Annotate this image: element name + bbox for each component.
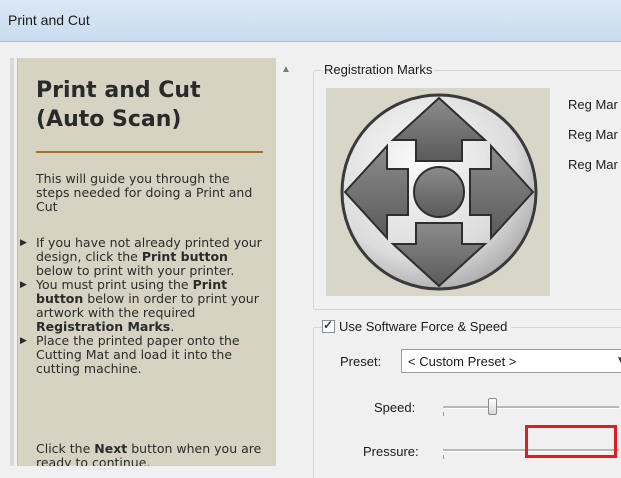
outro-text: Click the bbox=[36, 441, 95, 456]
step-bold: Registration Marks bbox=[36, 319, 171, 334]
registration-legend: Registration Marks bbox=[322, 62, 435, 77]
preset-select[interactable]: < Custom Preset > ▼ bbox=[401, 349, 621, 373]
step-text: Place the printed paper onto the Cutting… bbox=[36, 333, 240, 376]
step-bold: Print button bbox=[141, 249, 228, 264]
check-icon: ✓ bbox=[323, 318, 334, 332]
outro-bold: Next bbox=[94, 441, 128, 456]
guide-steps: ▶ If you have not already printed your de… bbox=[20, 236, 268, 376]
guide-outro: Click the Next button when you are ready… bbox=[36, 441, 266, 467]
bullet-icon: ▶ bbox=[20, 280, 27, 290]
frame-edge bbox=[10, 58, 14, 466]
preset-label: Preset: bbox=[340, 354, 382, 369]
guide-divider bbox=[36, 151, 263, 153]
chevron-down-icon[interactable]: ▼ bbox=[616, 355, 621, 366]
step-text: . bbox=[170, 319, 175, 334]
guide-heading: Print and Cut (Auto Scan) bbox=[36, 78, 201, 132]
reg-mark-label: Reg Mar bbox=[568, 157, 618, 172]
direction-pad-icon bbox=[340, 93, 538, 291]
slider-tick bbox=[443, 455, 444, 459]
speed-slider-track[interactable] bbox=[443, 406, 619, 409]
software-force-checkbox-row[interactable]: ✓ Use Software Force & Speed bbox=[322, 318, 512, 334]
speed-label: Speed: bbox=[374, 400, 416, 415]
step-text: You must print using the bbox=[36, 277, 193, 292]
scroll-up-icon[interactable]: ▲ bbox=[281, 64, 291, 75]
guide-panel: Print and Cut (Auto Scan) This will guid… bbox=[17, 58, 276, 466]
software-force-checkbox[interactable]: ✓ bbox=[322, 318, 335, 333]
guide-scrollbar[interactable]: ▲ bbox=[277, 58, 294, 466]
guide-step: ▶ If you have not already printed your de… bbox=[20, 236, 268, 278]
step-text: below to print with your printer. bbox=[36, 263, 235, 278]
bullet-icon: ▶ bbox=[20, 336, 27, 346]
pressure-label: Pressure: bbox=[363, 444, 419, 459]
reg-mark-label: Reg Mar bbox=[568, 97, 618, 112]
title-bar: Print and Cut bbox=[0, 0, 621, 42]
preset-value: < Custom Preset > bbox=[408, 354, 517, 369]
software-force-label[interactable]: Use Software Force & Speed bbox=[339, 319, 507, 334]
window-title: Print and Cut bbox=[8, 12, 90, 28]
guide-step: ▶ You must print using the Print button b… bbox=[20, 277, 268, 334]
guide-intro: This will guide you through the steps ne… bbox=[36, 171, 253, 214]
reg-mark-label: Reg Mar bbox=[568, 127, 618, 142]
highlight-box bbox=[525, 425, 617, 458]
bullet-icon: ▶ bbox=[20, 238, 27, 248]
slider-tick bbox=[443, 412, 444, 416]
registration-image bbox=[326, 88, 550, 296]
guide-step: ▶ Place the printed paper onto the Cuttin… bbox=[20, 333, 268, 376]
speed-slider-thumb[interactable] bbox=[488, 398, 497, 415]
